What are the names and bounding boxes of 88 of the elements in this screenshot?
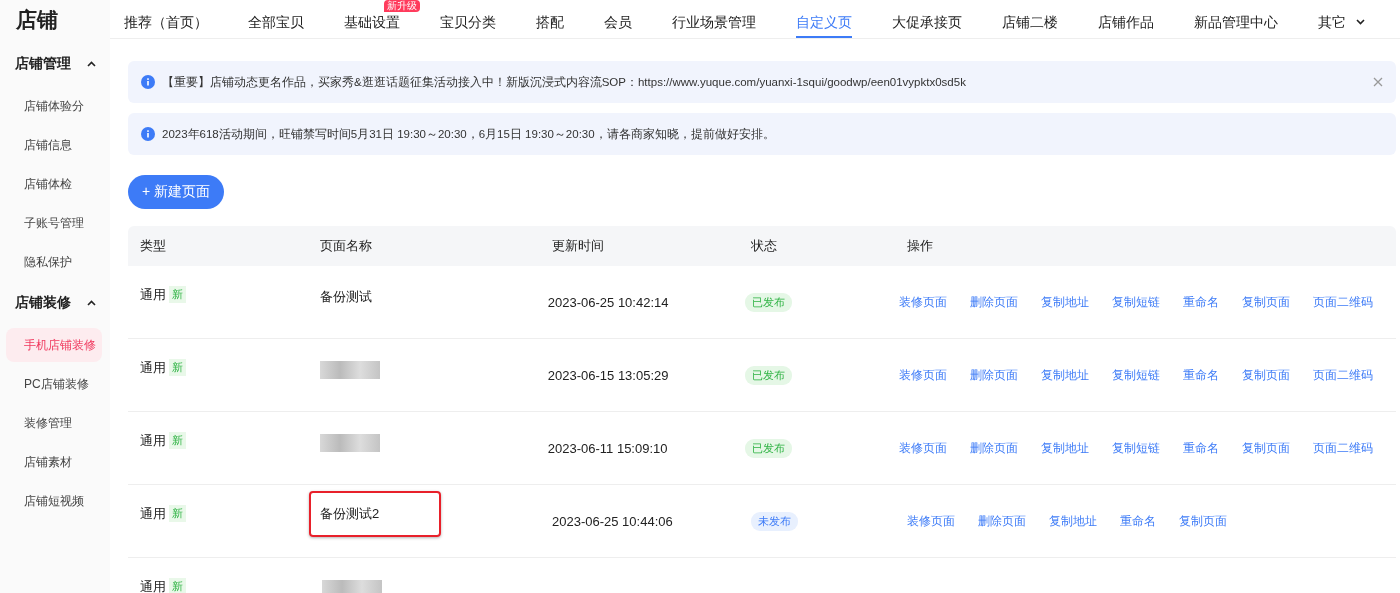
type-text: 通用 [140,505,166,523]
sidebar-item[interactable]: PC店铺装修 [6,367,102,401]
new-badge: 新升级 [384,0,420,12]
action-link[interactable]: 复制地址 [1041,367,1089,383]
nav-tab[interactable]: 宝贝分类 [440,13,496,36]
action-link[interactable]: 重命名 [1183,440,1219,456]
nav-tab[interactable]: 搭配 [536,13,564,36]
action-link[interactable]: 复制短链 [1112,367,1160,383]
nav-tab[interactable]: 其它 [1318,13,1346,36]
action-link[interactable]: 删除页面 [970,440,1018,456]
sidebar-item[interactable]: 店铺体验分 [6,89,102,123]
action-link[interactable]: 页面二维码 [1313,367,1373,383]
nav-tab[interactable]: 基础设置 [344,13,400,36]
sidebar-item[interactable]: 手机店铺装修 [6,328,102,362]
new-page-button[interactable]: + 新建页面 [128,175,225,209]
sidebar-item[interactable]: 装修管理 [6,406,102,440]
update-time: 2023-06-15 13:05:29 [547,367,669,383]
action-link[interactable]: 复制页面 [1242,367,1290,383]
action-link[interactable]: 删除页面 [970,367,1018,383]
action-link[interactable]: 复制页面 [1242,440,1290,456]
action-link[interactable]: 删除页面 [970,294,1018,310]
nav-tab[interactable]: 新品管理中心 [1194,13,1278,36]
new-tag: 新 [169,286,186,303]
action-link[interactable]: 复制页面 [1179,513,1227,529]
action-link[interactable]: 装修页面 [899,440,947,456]
chevron-icon [87,300,96,306]
nav-tab[interactable]: 店铺二楼 [1002,13,1058,36]
info-icon [141,75,155,89]
column-header: 操作 [907,237,934,255]
notice-text: 2023年618活动期间，旺铺禁写时间5月31日 19:30～20:30，6月15日 19:30～20:30，请各商家知晓，提前做好安排。 [162,126,776,142]
update-time: 2023-06-25 10:42:14 [547,294,669,310]
column-header: 更新时间 [552,237,605,255]
column-header: 类型 [139,237,167,255]
chevron-down-icon[interactable] [1356,19,1365,25]
notice-text: 【重要】店铺动态更名作品，买家秀&逛逛话题征集活动接入中！新版沉浸式内容流SOP：https://www.yuque.com/yuanxi-1squi/goodwp/een01vypktx0sd5k [162,74,967,90]
action-link[interactable]: 复制地址 [1041,294,1089,310]
action-link[interactable]: 重命名 [1183,367,1219,383]
nav-tab[interactable]: 会员 [604,13,632,36]
nav-tab[interactable]: 店铺作品 [1098,13,1154,36]
blurred-name-placeholder [322,580,382,593]
info-icon [141,127,155,141]
update-time: 2023-06-25 10:44:06 [552,513,673,529]
nav-tab[interactable]: 行业场景管理 [672,13,756,36]
action-link[interactable]: 装修页面 [899,367,947,383]
nav-tab[interactable]: 自定义页 [796,13,852,38]
action-link[interactable]: 复制地址 [1049,513,1097,529]
action-link[interactable]: 重命名 [1120,513,1156,529]
action-link[interactable]: 页面二维码 [1313,440,1373,456]
action-link[interactable]: 复制短链 [1112,440,1160,456]
action-link[interactable]: 删除页面 [978,513,1026,529]
new-tag: 新 [169,359,186,376]
nav-tab[interactable]: 推荐（首页） [124,13,208,36]
nav-tab[interactable]: 大促承接页 [892,13,962,36]
status-tag: 已发布 [744,292,792,312]
action-link[interactable]: 复制短链 [1112,294,1160,310]
sidebar-item[interactable]: 店铺体检 [6,167,102,201]
nav-tab[interactable]: 全部宝贝 [248,13,304,36]
new-tag: 新 [169,505,186,522]
new-tag: 新 [169,432,186,449]
column-header: 页面名称 [319,237,373,255]
sidebar-group-header[interactable]: 店铺管理 [0,44,110,84]
status-tag: 已发布 [744,438,792,458]
action-link[interactable]: 复制地址 [1041,440,1089,456]
sidebar-group-header[interactable]: 店铺装修 [0,283,110,323]
sidebar-item[interactable]: 店铺信息 [6,128,102,162]
type-text: 通用 [140,359,166,377]
type-text: 通用 [140,578,166,593]
action-link[interactable]: 重命名 [1183,294,1219,310]
update-time: 2023-06-11 15:09:10 [547,440,668,456]
action-link[interactable]: 装修页面 [899,294,947,310]
action-link[interactable]: 页面二维码 [1313,294,1373,310]
sidebar-item[interactable]: 店铺短视频 [6,484,102,518]
sidebar-item[interactable]: 店铺素材 [6,445,102,479]
chevron-icon [87,61,96,67]
status-tag: 已发布 [744,365,792,385]
type-text: 通用 [140,432,166,450]
type-text: 通用 [140,286,166,304]
sidebar-title: 店铺 [15,7,59,33]
page-name: 备份测试 [320,289,373,304]
close-icon[interactable] [1373,77,1383,87]
column-header: 状态 [751,237,778,255]
action-link[interactable]: 装修页面 [907,513,955,529]
action-link[interactable]: 复制页面 [1242,294,1290,310]
new-tag: 新 [169,578,186,593]
sidebar-item[interactable]: 隐私保护 [6,245,102,279]
sidebar-item[interactable]: 子账号管理 [6,206,102,240]
page-name: 备份测试2 [320,506,380,521]
status-tag: 未发布 [751,511,798,531]
